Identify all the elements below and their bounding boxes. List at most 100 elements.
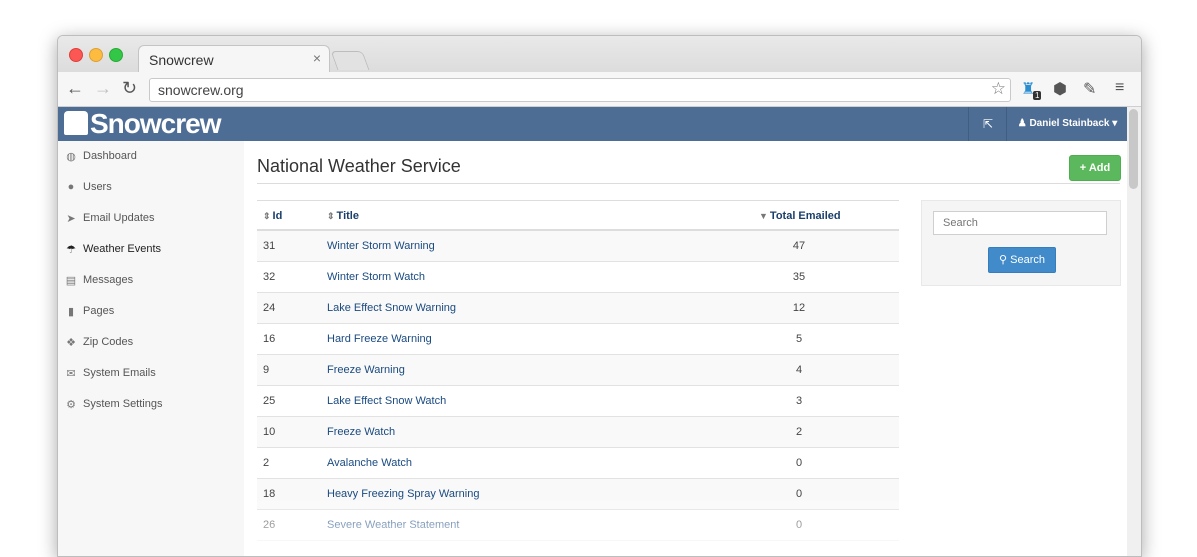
sidebar-item-label: Users [83,181,112,193]
extension-badge: 1 [1033,91,1042,100]
table-header: ⇕ Id ⇕ Title ▼ Total Emailed [257,200,899,231]
app-navbar: Snowcrew ⇱ ♟ Daniel Stainback ▾ [58,107,1127,141]
cell-id: 31 [263,240,276,252]
browser-menu-icon[interactable]: ≡ [1115,79,1124,97]
cell-title-link[interactable]: Lake Effect Snow Warning [327,302,456,314]
sidebar-item-pages[interactable]: ▮ Pages [58,296,244,327]
sidebar-item-label: Weather Events [83,243,162,255]
cell-title-link[interactable]: Winter Storm Warning [327,240,435,252]
table-row: 24 Lake Effect Snow Warning 12 [257,293,899,324]
sort-icon: ⇕ [263,211,271,221]
reload-icon[interactable]: ↻ [122,77,137,99]
search-icon: ⚲ [999,254,1011,266]
user-icon: ♟ [1017,118,1030,129]
extension-pin-icon[interactable]: ✎ [1083,79,1096,99]
sidebar-item-system-settings[interactable]: ⚙ System Settings [58,389,244,420]
table-row: 9 Freeze Warning 4 [257,355,899,386]
cogs-icon: ⚙ [66,399,76,411]
search-input[interactable] [933,211,1107,235]
cell-id: 10 [263,426,276,438]
search-button[interactable]: ⚲ Search [988,247,1056,273]
tab-snowcrew[interactable]: Snowcrew × [138,45,330,73]
cell-id: 16 [263,333,276,345]
sidebar-item-zip-codes[interactable]: ❖ Zip Codes [58,327,244,358]
file-icon: ▮ [67,306,75,318]
extension-hexagon-icon[interactable]: ⬢ [1053,79,1067,99]
cell-id: 25 [263,395,276,407]
user-menu-label: Daniel Stainback ▾ [1029,118,1118,129]
cell-title-link[interactable]: Lake Effect Snow Watch [327,395,446,407]
snowcrew-logo-icon [64,111,88,135]
page-title: National Weather Service [257,156,461,176]
scrollbar-thumb[interactable] [1129,109,1138,189]
title-divider [257,183,1120,184]
url-text: snowcrew.org [158,82,244,98]
cell-id: 24 [263,302,276,314]
cell-title-link[interactable]: Winter Storm Watch [327,271,425,283]
column-header-label: Id [272,210,283,222]
cubes-icon: ❖ [66,337,76,349]
close-window-button[interactable] [69,48,83,62]
cell-id: 9 [263,364,270,376]
search-panel: ⚲ Search [921,200,1121,286]
page-scrollbar[interactable] [1127,107,1141,556]
events-table: ⇕ Id ⇕ Title ▼ Total Emailed 31 Winter Storm… [257,200,899,541]
send-icon: ➤ [66,213,76,225]
cell-total-emailed: 12 [792,302,806,314]
address-bar[interactable]: snowcrew.org ☆ [149,78,1011,102]
cell-total-emailed: 35 [792,271,806,283]
browser-window: Snowcrew × ← → ↻ snowcrew.org ☆ ♜ 1 ⬢ ✎ … [57,35,1142,557]
forward-arrow-icon[interactable]: → [94,77,112,99]
table-row: 2 Avalanche Watch 0 [257,448,899,479]
sidebar: ◍ Dashboard ● Users ➤ Email Updates ☂ Weather E… [58,141,244,556]
sidebar-item-label: System Settings [83,398,163,410]
table-row: 32 Winter Storm Watch 35 [257,262,899,293]
column-header-id[interactable]: ⇕ Id [263,210,282,222]
tab-close-icon[interactable]: × [313,50,321,66]
column-header-label: Total Emailed [769,210,841,222]
cell-title-link[interactable]: Freeze Warning [327,364,405,376]
cell-title-link[interactable]: Hard Freeze Warning [327,333,432,345]
sort-icon: ⇕ [327,211,335,221]
dashboard-icon: ◍ [66,151,76,163]
brand-logo[interactable]: Snowcrew [64,108,221,140]
add-button[interactable]: + Add [1069,155,1121,181]
sidebar-item-email-updates[interactable]: ➤ Email Updates [58,203,244,234]
cell-total-emailed: 47 [792,240,806,252]
new-tab-button[interactable] [330,51,370,70]
column-header-title[interactable]: ⇕ Title [327,210,359,222]
cell-total-emailed: 3 [795,395,803,407]
sidebar-item-label: Messages [83,274,134,286]
sidebar-item-messages[interactable]: ▤ Messages [58,265,244,296]
cell-title-link[interactable]: Freeze Watch [327,426,395,438]
table-row: 31 Winter Storm Warning 47 [257,231,899,262]
user-menu[interactable]: ♟ Daniel Stainback ▾ [1006,107,1128,141]
cell-id: 2 [263,457,270,469]
sidebar-item-label: Zip Codes [83,336,134,348]
sidebar-item-users[interactable]: ● Users [58,172,244,203]
sidebar-item-label: Pages [83,305,115,317]
sort-desc-icon: ▼ [759,211,768,221]
minimize-window-button[interactable] [89,48,103,62]
zoom-window-button[interactable] [109,48,123,62]
sidebar-item-dashboard[interactable]: ◍ Dashboard [58,141,244,172]
external-link-icon[interactable]: ⇱ [968,107,1007,141]
cell-total-emailed: 4 [795,364,803,376]
column-header-total-emailed[interactable]: ▼ Total Emailed [759,210,841,222]
sidebar-item-label: Email Updates [83,212,155,224]
sidebar-item-system-emails[interactable]: ✉ System Emails [58,358,244,389]
tab-strip: Snowcrew × [58,36,1141,73]
back-arrow-icon[interactable]: ← [66,77,84,99]
bookmark-star-icon[interactable]: ☆ [991,79,1006,99]
table-row: 25 Lake Effect Snow Watch 3 [257,386,899,417]
table-row: 10 Freeze Watch 2 [257,417,899,448]
umbrella-icon: ☂ [66,244,76,256]
bottom-fade [244,496,1127,556]
sidebar-item-label: Dashboard [83,150,137,162]
column-header-label: Title [336,210,359,222]
cell-title-link[interactable]: Avalanche Watch [327,457,412,469]
sidebar-item-label: System Emails [83,367,156,379]
sidebar-item-weather-events[interactable]: ☂ Weather Events [58,234,244,265]
browser-toolbar: ← → ↻ snowcrew.org ☆ ♜ 1 ⬢ ✎ ≡ [58,72,1141,107]
table-body: 31 Winter Storm Warning 47 3 2 Winter Storm W… [257,231,899,541]
